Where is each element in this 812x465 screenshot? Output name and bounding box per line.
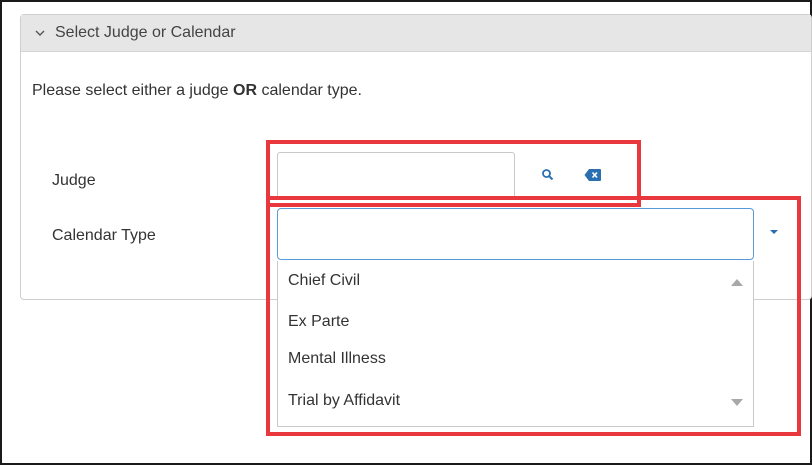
dropdown-option[interactable]: Ex Parte (288, 313, 349, 331)
calendar-type-label: Calendar Type (52, 227, 156, 244)
search-icon[interactable] (537, 164, 559, 186)
scroll-down-icon[interactable] (731, 399, 743, 406)
panel-header[interactable]: Select Judge or Calendar (21, 15, 811, 52)
dropdown-option[interactable]: Mental Illness (288, 350, 386, 368)
judge-input[interactable] (277, 152, 515, 200)
calendar-type-input[interactable] (277, 208, 754, 260)
judge-label: Judge (52, 172, 96, 189)
panel-title: Select Judge or Calendar (55, 24, 236, 41)
backspace-icon[interactable] (582, 164, 604, 186)
calendar-type-dropdown: Chief Civil Ex Parte Mental Illness Tria… (277, 261, 754, 427)
scroll-up-icon[interactable] (731, 279, 743, 286)
chevron-down-icon[interactable] (33, 26, 47, 40)
caret-down-icon[interactable] (764, 224, 784, 240)
instructions-text: Please select either a judge OR calendar… (32, 82, 362, 100)
dropdown-option[interactable]: Chief Civil (288, 272, 360, 290)
dropdown-option[interactable]: Trial by Affidavit (288, 392, 400, 410)
instructions-suffix: calendar type. (257, 82, 362, 99)
instructions-emphasis: OR (233, 82, 258, 99)
instructions-prefix: Please select either a judge (32, 82, 234, 99)
